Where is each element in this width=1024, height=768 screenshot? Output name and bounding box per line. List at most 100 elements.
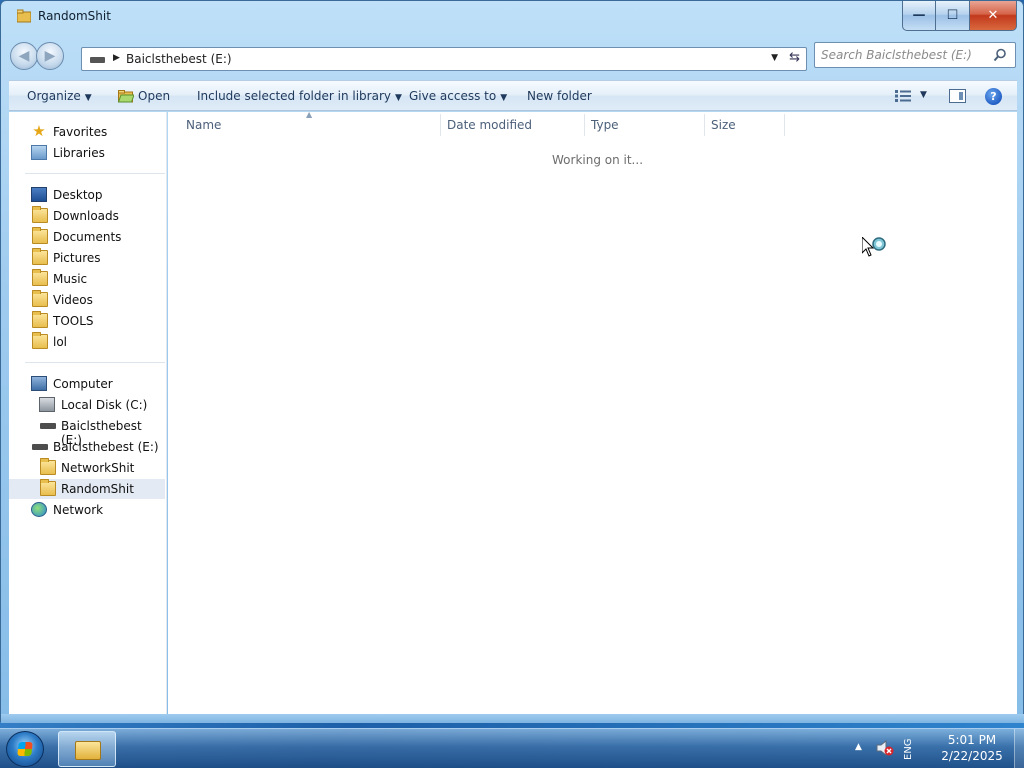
- nav-label: Favorites: [53, 125, 108, 139]
- give-access-label: Give access to: [409, 89, 497, 103]
- nav-label: Local Disk (C:): [61, 398, 148, 412]
- nav-divider: [25, 173, 165, 174]
- preview-pane-icon[interactable]: [949, 89, 966, 103]
- nav-documents[interactable]: Documents: [9, 227, 165, 247]
- view-dropdown-icon[interactable]: ▼: [920, 90, 927, 100]
- documents-folder-icon: [32, 227, 48, 244]
- nav-libraries[interactable]: Libraries: [9, 143, 165, 163]
- star-icon: ★: [32, 122, 46, 140]
- column-header-date-modified[interactable]: Date modified: [447, 118, 532, 132]
- nav-drive-e-under-computer[interactable]: Baiclsthebest (E:): [9, 416, 165, 447]
- forward-arrow-icon: ▶: [44, 48, 56, 64]
- forward-button[interactable]: ▶: [36, 42, 64, 70]
- explorer-window: RandomShit — ☐ ✕ ◀ ▶ ▶ Baiclsthebest (E:…: [0, 0, 1024, 723]
- give-access-button[interactable]: Give access to ▼: [409, 89, 507, 103]
- nav-desktop[interactable]: Desktop: [9, 185, 165, 205]
- nav-network[interactable]: Network: [9, 500, 165, 520]
- nav-randomshit[interactable]: RandomShit: [9, 479, 165, 499]
- nav-music[interactable]: Music: [9, 269, 165, 289]
- folder-icon: [40, 458, 56, 475]
- nav-tools[interactable]: TOOLS: [9, 311, 165, 331]
- music-folder-icon: [32, 269, 48, 286]
- show-desktop-button[interactable]: [1014, 729, 1024, 768]
- navigation-buttons: ◀ ▶: [10, 42, 66, 70]
- include-in-library-button[interactable]: Include selected folder in library ▼: [197, 89, 402, 103]
- explorer-folder-icon: [75, 741, 101, 760]
- videos-folder-icon: [32, 290, 48, 307]
- file-list-pane[interactable]: ▲ Name Date modified Type Size Working o…: [168, 110, 1017, 714]
- nav-label: NetworkShit: [61, 461, 135, 475]
- nav-label: Libraries: [53, 146, 105, 160]
- column-divider[interactable]: [704, 114, 705, 136]
- downloads-folder-icon: [32, 206, 48, 223]
- open-folder-icon[interactable]: [118, 90, 134, 103]
- address-path[interactable]: Baiclsthebest (E:): [126, 52, 232, 66]
- maximize-button[interactable]: ☐: [936, 1, 970, 31]
- desktop-icon: [31, 187, 47, 202]
- language-indicator[interactable]: ENG: [903, 737, 925, 761]
- back-arrow-icon: ◀: [18, 48, 30, 64]
- chevron-down-icon: ▼: [394, 93, 402, 103]
- help-icon[interactable]: ?: [985, 88, 1002, 105]
- window-frame-bottom[interactable]: [1, 714, 1024, 723]
- search-input[interactable]: [821, 47, 991, 63]
- column-header-type[interactable]: Type: [591, 118, 619, 132]
- nav-label: Pictures: [53, 251, 101, 265]
- organize-button[interactable]: Organize ▼: [27, 89, 92, 103]
- address-bar[interactable]: ▶ Baiclsthebest (E:) ▼ ⇆: [81, 47, 807, 71]
- sort-ascending-icon: ▲: [306, 110, 313, 119]
- loading-status: Working on it...: [552, 153, 644, 167]
- column-divider[interactable]: [584, 114, 585, 136]
- minimize-button[interactable]: —: [902, 1, 936, 31]
- nav-pictures[interactable]: Pictures: [9, 248, 165, 268]
- nav-label: Documents: [53, 230, 122, 244]
- nav-label: Baiclsthebest (E:): [53, 440, 159, 454]
- window-title: RandomShit: [38, 9, 111, 23]
- folder-icon: [32, 332, 48, 349]
- chevron-down-icon: ▼: [84, 93, 92, 103]
- computer-icon: [31, 376, 47, 391]
- busy-cursor-icon: [862, 237, 886, 257]
- address-dropdown-icon[interactable]: ▼: [771, 53, 778, 63]
- command-bar: Organize ▼ Open Include selected folder i…: [9, 80, 1017, 111]
- back-button[interactable]: ◀: [10, 42, 38, 70]
- search-icon[interactable]: [993, 48, 1007, 62]
- taskbar-explorer-button[interactable]: [58, 731, 116, 767]
- close-button[interactable]: ✕: [970, 1, 1017, 31]
- pictures-folder-icon: [32, 248, 48, 265]
- system-clock[interactable]: 5:01 PM 2/22/2025: [930, 732, 1014, 764]
- column-header-size[interactable]: Size: [711, 118, 736, 132]
- title-bar[interactable]: RandomShit — ☐ ✕: [1, 1, 1023, 35]
- column-header-name[interactable]: Name: [186, 118, 221, 132]
- open-button[interactable]: Open: [138, 89, 170, 103]
- nav-label: Downloads: [53, 209, 119, 223]
- nav-videos[interactable]: Videos: [9, 290, 165, 310]
- speaker-muted-icon[interactable]: [876, 740, 894, 756]
- refresh-icon[interactable]: ⇆: [789, 50, 800, 65]
- search-box[interactable]: [814, 42, 1016, 68]
- nav-favorites[interactable]: ★ Favorites: [9, 122, 165, 142]
- view-options-icon[interactable]: [895, 90, 911, 102]
- chevron-down-icon: ▼: [500, 93, 508, 103]
- breadcrumb-arrow-icon[interactable]: ▶: [113, 53, 120, 63]
- navigation-pane: ★ Favorites Libraries Desktop Downloads …: [9, 112, 167, 714]
- nav-downloads[interactable]: Downloads: [9, 206, 165, 226]
- new-folder-button[interactable]: New folder: [527, 89, 592, 103]
- organize-label: Organize: [27, 89, 81, 103]
- nav-networkshit[interactable]: NetworkShit: [9, 458, 165, 478]
- nav-drive-e[interactable]: Baiclsthebest (E:): [9, 437, 165, 457]
- nav-label: RandomShit: [61, 482, 134, 496]
- folder-icon: [16, 9, 32, 23]
- nav-lol[interactable]: lol: [9, 332, 165, 352]
- nav-label: lol: [53, 335, 68, 349]
- column-divider[interactable]: [440, 114, 441, 136]
- drive-icon: [40, 423, 56, 429]
- nav-local-disk-c[interactable]: Local Disk (C:): [9, 395, 165, 415]
- start-button[interactable]: [6, 731, 44, 767]
- nav-computer[interactable]: Computer: [9, 374, 165, 394]
- show-hidden-icons-icon[interactable]: ▲: [855, 742, 862, 752]
- nav-divider: [25, 362, 165, 363]
- column-divider[interactable]: [784, 114, 785, 136]
- nav-label: Computer: [53, 377, 113, 391]
- nav-label: Videos: [53, 293, 93, 307]
